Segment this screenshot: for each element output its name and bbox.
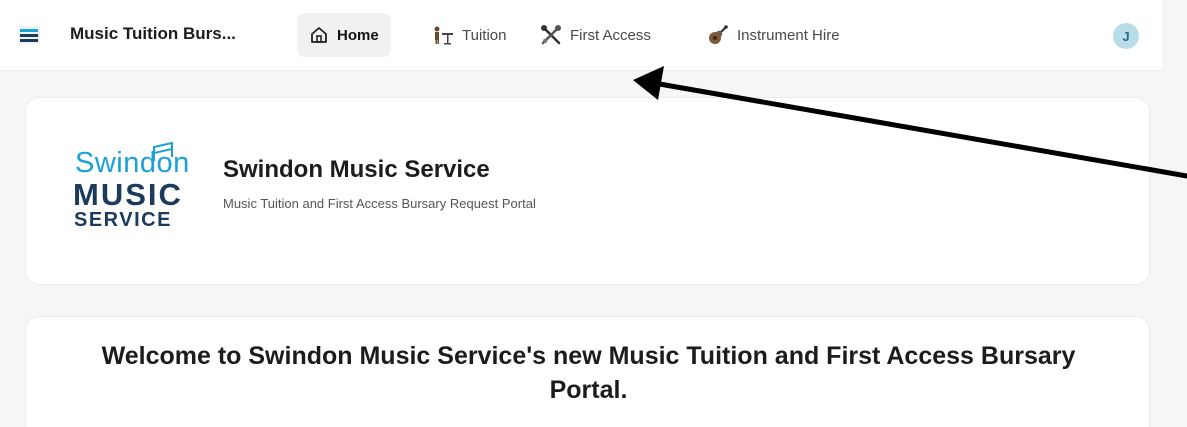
navbar-divider: [0, 70, 1162, 71]
home-icon: [311, 27, 327, 43]
music-service-logo-icon[interactable]: [18, 26, 40, 44]
welcome-heading: Welcome to Swindon Music Service's new M…: [101, 342, 1076, 404]
instruments-icon: [541, 25, 561, 45]
guitar-icon: [709, 25, 728, 44]
organisation-header-card: Swindon MUSIC SERVICE Swindon Music Serv…: [25, 97, 1150, 285]
top-navbar: Music Tuition Burs... Home Tuition First…: [0, 0, 1162, 70]
user-avatar[interactable]: J: [1113, 23, 1139, 49]
nav-tuition[interactable]: Tuition: [420, 13, 518, 57]
nav-instrument-hire[interactable]: Instrument Hire: [695, 13, 852, 57]
nav-tuition-label: Tuition: [462, 26, 507, 44]
nav-instrument-hire-label: Instrument Hire: [737, 26, 840, 44]
conductor-icon: [434, 26, 453, 45]
nav-first-access[interactable]: First Access: [528, 13, 663, 57]
swindon-music-service-logo: Swindon MUSIC SERVICE: [73, 141, 197, 235]
portal-subtitle: Music Tuition and First Access Bursary R…: [223, 196, 536, 211]
nav-home-label: Home: [337, 26, 379, 44]
nav-home[interactable]: Home: [297, 13, 391, 57]
logo-music-text: MUSIC: [73, 177, 183, 212]
nav-first-access-label: First Access: [570, 26, 651, 44]
app-title[interactable]: Music Tuition Burs...: [70, 24, 236, 44]
music-note-icon: [153, 141, 173, 161]
logo-service-text: SERVICE: [74, 209, 172, 231]
organisation-name: Swindon Music Service: [223, 156, 490, 183]
welcome-card: Welcome to Swindon Music Service's new M…: [25, 316, 1150, 427]
